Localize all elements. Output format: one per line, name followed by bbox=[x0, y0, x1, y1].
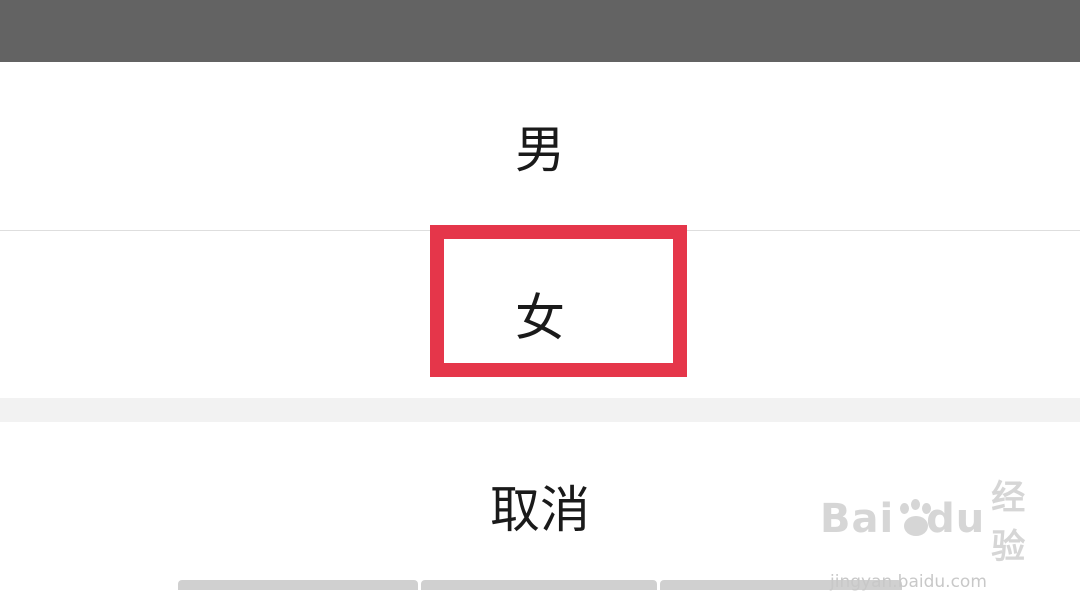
gender-action-sheet: 男 女 取消 bbox=[0, 62, 1080, 590]
sheet-separator-band bbox=[0, 398, 1080, 422]
bottom-nav-segment bbox=[421, 580, 657, 590]
bottom-nav-segment bbox=[178, 580, 418, 590]
dimmed-background-overlay[interactable] bbox=[0, 0, 1080, 62]
option-female-label: 女 bbox=[515, 289, 565, 347]
option-male[interactable]: 男 bbox=[0, 62, 1080, 230]
bottom-nav-segment bbox=[660, 580, 902, 590]
cancel-button[interactable]: 取消 bbox=[0, 422, 1080, 590]
cancel-button-label: 取消 bbox=[490, 481, 590, 539]
option-female[interactable]: 女 bbox=[0, 231, 1080, 397]
option-male-label: 男 bbox=[515, 121, 565, 179]
